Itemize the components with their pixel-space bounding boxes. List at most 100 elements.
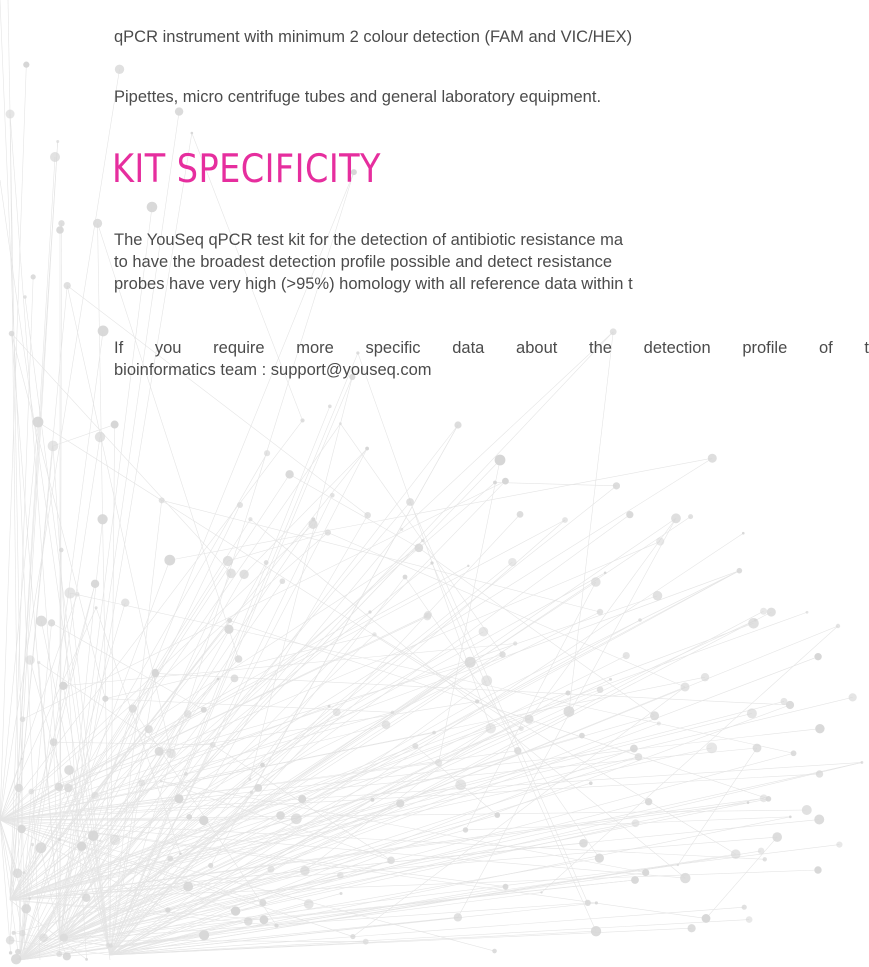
network-dot [8,951,13,955]
network-dot [224,624,234,634]
network-dot [28,897,32,900]
network-background-graphic [0,0,864,965]
network-dot [432,730,436,735]
network-dot [762,857,767,862]
network-dot [701,914,711,923]
network-dot [423,612,432,621]
network-dot [626,511,634,519]
network-dot [138,779,146,787]
network-dot [144,725,153,734]
network-line [352,686,686,937]
network-dot [563,706,575,717]
network-dot [10,954,22,965]
network-dot [23,295,27,299]
network-dot [502,477,509,485]
network-dot [338,422,342,425]
network-dot [97,514,108,525]
network-dot [835,623,841,629]
network-dot [400,527,404,531]
network-dot [62,952,71,961]
network-dot [688,514,694,520]
network-dot [467,564,470,568]
network-line [677,747,758,866]
network-dot [332,708,341,717]
network-dot [730,849,741,859]
network-dot [656,537,665,546]
network-dot [362,938,369,945]
network-dot [234,655,243,663]
network-dot [680,682,690,692]
network-line [169,661,471,859]
network-line [51,622,204,711]
network-line [59,424,459,941]
network-dot [92,218,103,228]
network-dot [596,686,604,694]
network-line [9,114,21,961]
network-dot [259,899,267,907]
network-dot [190,131,194,135]
network-dot [815,723,825,734]
paragraph-line: If you require more specific data about … [114,339,869,357]
network-dot [390,710,395,715]
network-dot [603,571,607,575]
network-dot [453,913,463,922]
network-dot [5,935,15,945]
network-dot [612,482,621,490]
network-dot [58,837,62,841]
network-dot [209,741,216,748]
network-dot [514,746,522,755]
network-dot [579,732,585,739]
network-dot [216,677,220,681]
network-dot [350,933,356,940]
network-line [59,480,506,941]
network-dot [64,765,74,775]
network-dot [248,517,253,522]
network-dot [254,783,263,792]
network-dot [263,560,269,565]
network-dot [19,716,26,723]
network-line [109,902,597,956]
network-dot [226,568,236,579]
network-line [0,616,428,821]
network-dot [372,632,377,637]
network-dot [128,704,137,713]
network-line [29,540,423,899]
network-dot [381,720,391,730]
network-dot [330,493,335,498]
network-dot [199,930,210,941]
network-dot [815,770,824,778]
network-dot [454,421,462,429]
network-dot [860,761,864,764]
section-heading-kit-specificity: KIT SPECIFICITY [112,147,381,192]
network-dot [707,453,717,463]
network-dot [259,915,269,925]
network-dot [741,531,745,535]
network-dot [105,942,111,948]
network-dot [337,872,344,879]
network-dot [90,579,100,588]
network-dot [208,862,214,869]
network-dot [285,470,294,479]
network-dot [64,783,73,793]
network-dot [814,814,825,825]
network-line [67,285,368,516]
network-dot [54,782,64,792]
network-line [19,619,756,961]
network-dot [462,827,469,833]
network-dot [30,842,35,847]
network-dot [579,838,588,848]
network-dot [644,798,653,806]
network-dot [300,865,310,876]
network-dot [64,587,76,599]
document-page: qPCR instrument with minimum 2 colour de… [0,0,869,967]
network-dot [642,868,650,877]
network-dot [35,842,47,854]
network-dot [19,930,26,937]
network-dot [676,863,680,867]
network-dot [475,699,480,704]
network-dot [303,899,314,909]
network-dot [121,598,130,607]
network-dot [311,517,316,522]
network-dot [594,853,604,863]
network-dot [260,762,265,768]
